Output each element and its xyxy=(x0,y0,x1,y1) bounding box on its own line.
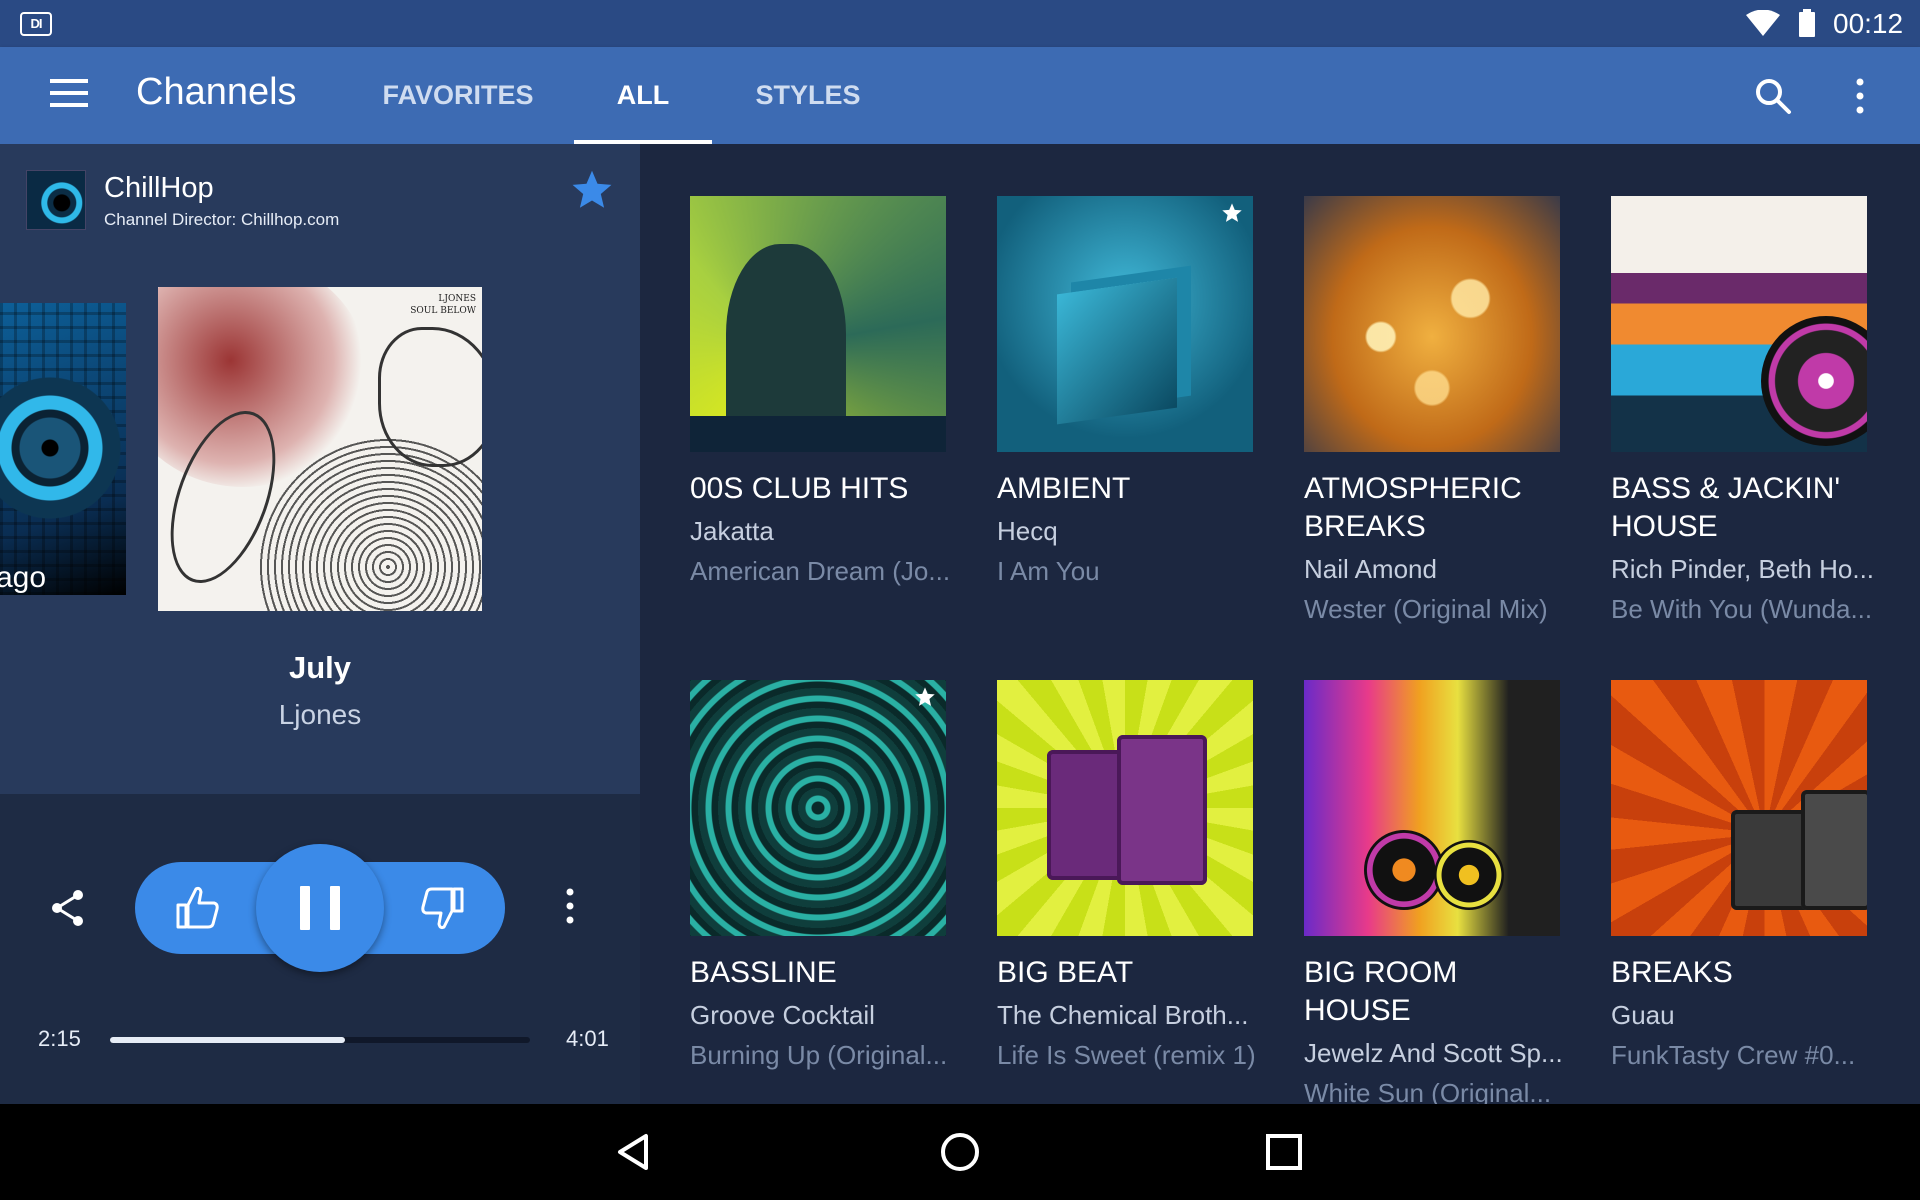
channel-name: BIG ROOM HOUSE xyxy=(1304,956,1458,1027)
system-nav-bar xyxy=(0,1104,1920,1200)
thumbs-up-icon[interactable] xyxy=(172,883,222,933)
channel-card-bass-jackin-house[interactable]: BASS & JACKIN' HOUSE Rich Pinder, Beth H… xyxy=(1611,196,1875,626)
channel-card-breaks[interactable]: BREAKS Guau FunkTasty Crew #0... xyxy=(1611,680,1867,1072)
now-playing-panel: ChillHop Channel Director: Chillhop.com … xyxy=(0,144,640,1104)
channel-song: American Dream (Jo... xyxy=(690,556,951,586)
pause-bar-left xyxy=(300,886,310,930)
channel-name: AMBIENT xyxy=(997,472,1131,505)
track-artist: Ljones xyxy=(278,699,362,730)
channel-song: I Am You xyxy=(997,556,1100,586)
channel-art xyxy=(1304,680,1560,936)
channel-artist: Jewelz And Scott Sp... xyxy=(1304,1038,1563,1068)
search-icon[interactable] xyxy=(1754,77,1792,115)
wifi-icon xyxy=(1746,10,1780,36)
track-title: July xyxy=(288,650,352,685)
previous-art-label: ago xyxy=(0,561,47,594)
channel-grid: 00S CLUB HITS Jakatta American Dream (Jo… xyxy=(640,144,1920,1108)
channel-card-atmospheric-breaks[interactable]: ATMOSPHERIC BREAKS Nail Amond Wester (Or… xyxy=(1304,196,1560,626)
pause-button[interactable] xyxy=(256,844,384,972)
favorite-star-icon[interactable] xyxy=(570,168,614,212)
channel-song: FunkTasty Crew #0... xyxy=(1611,1040,1856,1070)
track-duration: 4:01 xyxy=(566,1026,609,1051)
tab-styles[interactable]: STYLES xyxy=(742,47,874,144)
thumbs-down-icon[interactable] xyxy=(418,883,468,933)
progress-fill xyxy=(110,1037,346,1043)
home-icon[interactable] xyxy=(938,1130,982,1174)
page-title: Channels xyxy=(136,71,297,113)
channel-director: Channel Director: Chillhop.com xyxy=(104,210,340,229)
channel-card-big-beat[interactable]: BIG BEAT The Chemical Broth... Life Is S… xyxy=(997,680,1256,1072)
channel-card-00s-club-hits[interactable]: 00S CLUB HITS Jakatta American Dream (Jo… xyxy=(690,196,951,588)
progress-bar[interactable] xyxy=(110,1037,530,1043)
favorite-star-icon xyxy=(915,687,935,706)
elapsed-time: 2:15 xyxy=(38,1026,81,1051)
channel-card-ambient[interactable]: AMBIENT Hecq I Am You xyxy=(997,196,1253,588)
overflow-menu-icon[interactable] xyxy=(1852,77,1868,115)
channel-song: Wester (Original Mix) xyxy=(1304,594,1548,624)
channel-card-bassline[interactable]: BASSLINE Groove Cocktail Burning Up (Ori… xyxy=(690,680,948,1072)
channel-song: Life Is Sweet (remix 1) xyxy=(997,1040,1256,1070)
back-icon[interactable] xyxy=(614,1130,658,1174)
channel-art xyxy=(1304,196,1560,452)
channel-art xyxy=(1611,680,1867,936)
status-bar: DI 00:12 xyxy=(0,0,1920,47)
app-bar: Channels FAVORITES ALL STYLES xyxy=(0,47,1920,144)
channel-song: Burning Up (Original... xyxy=(690,1040,948,1070)
previous-track-art[interactable]: ago xyxy=(0,303,126,595)
player-overflow-icon[interactable] xyxy=(562,886,578,926)
channel-art xyxy=(997,196,1253,452)
tab-all[interactable]: ALL xyxy=(574,47,712,144)
channel-art xyxy=(1611,196,1867,452)
current-art-text: LJONES SOUL BELOW xyxy=(410,294,476,316)
channel-artist: Hecq xyxy=(997,516,1058,546)
channel-artist: Groove Cocktail xyxy=(690,1000,875,1030)
di-app-icon: DI xyxy=(20,12,52,36)
share-icon[interactable] xyxy=(48,888,88,928)
favorite-star-icon xyxy=(1222,203,1242,222)
pause-bar-right xyxy=(330,886,340,930)
channel-thumbnail xyxy=(26,170,86,230)
channel-name: ATMOSPHERIC BREAKS xyxy=(1304,472,1522,543)
channel-artist: Jakatta xyxy=(690,516,774,546)
tab-favorites[interactable]: FAVORITES xyxy=(372,47,544,144)
channel-name: BIG BEAT xyxy=(997,956,1134,989)
channel-art xyxy=(997,680,1253,936)
channel-artist: Rich Pinder, Beth Ho... xyxy=(1611,554,1875,584)
channel-song: Be With You (Wunda... xyxy=(1611,594,1873,624)
hamburger-menu-icon[interactable] xyxy=(50,79,90,111)
channel-artist: Guau xyxy=(1611,1000,1675,1030)
channel-artist: Nail Amond xyxy=(1304,554,1437,584)
channel-art xyxy=(690,680,946,936)
channel-name: BASS & JACKIN' HOUSE xyxy=(1611,472,1841,543)
channel-art xyxy=(690,196,946,452)
channel-card-big-room-house[interactable]: BIG ROOM HOUSE Jewelz And Scott Sp... Wh… xyxy=(1304,680,1563,1110)
recents-icon[interactable] xyxy=(1262,1130,1306,1174)
status-clock: 00:12 xyxy=(1833,8,1904,39)
app-root: DI 00:12 Channels FAVORITES ALL STYLES C… xyxy=(0,0,1920,1200)
channel-artist: The Chemical Broth... xyxy=(997,1000,1249,1030)
channel-name: 00S CLUB HITS xyxy=(690,472,909,505)
current-track-art: LJONES SOUL BELOW xyxy=(158,287,482,611)
channel-name: BASSLINE xyxy=(690,956,837,989)
channel-name: ChillHop xyxy=(104,172,214,204)
battery-icon xyxy=(1799,9,1815,37)
channel-name: BREAKS xyxy=(1611,956,1733,989)
